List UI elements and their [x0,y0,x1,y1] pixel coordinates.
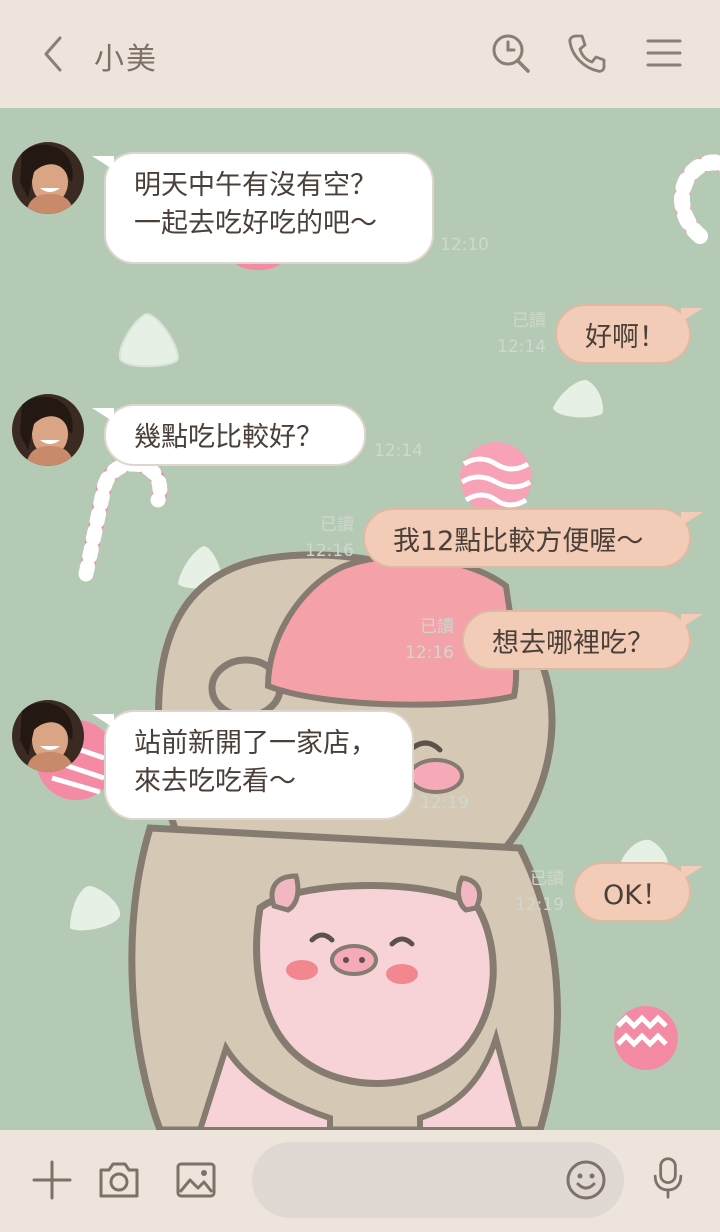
read-receipt: 已讀 [420,617,454,637]
menu-icon[interactable] [644,32,684,74]
contact-avatar[interactable] [12,700,84,772]
chat-header: 小美 [0,0,720,108]
outgoing-message-bubble[interactable]: OK！ [573,862,703,922]
message-timestamp: 12:10 [440,235,489,255]
chat-input-bar [0,1130,720,1232]
read-receipt: 已讀 [530,869,564,889]
message-timestamp: 12:19 [515,895,564,915]
read-receipt: 已讀 [512,311,546,331]
contact-avatar[interactable] [12,142,84,214]
search-icon[interactable] [490,32,530,74]
incoming-message-bubble[interactable]: 幾點吃比較好？ [92,404,366,466]
plus-icon[interactable] [30,1158,74,1202]
back-arrow-icon[interactable] [36,34,72,74]
microphone-icon[interactable] [646,1156,690,1200]
outgoing-message-bubble[interactable]: 我12點比較方便喔～ [363,508,703,568]
read-receipt: 已讀 [320,515,354,535]
incoming-message-bubble[interactable]: 站前新開了一家店， 來去吃吃看～ [92,710,414,820]
message-timestamp: 12:16 [305,541,354,561]
message-timestamp: 12:16 [405,643,454,663]
camera-icon[interactable] [97,1158,141,1202]
outgoing-message-bubble[interactable]: 好啊！ [555,304,703,364]
image-icon[interactable] [174,1158,218,1202]
outgoing-message-bubble[interactable]: 想去哪裡吃？ [462,610,703,670]
incoming-message-bubble[interactable]: 明天中午有沒有空？ 一起去吃好吃的吧～ [92,152,434,264]
message-timestamp: 12:19 [420,793,469,813]
chat-area[interactable]: 明天中午有沒有空？ 一起去吃好吃的吧～ 12:10 已讀 12:14 好啊！ 幾… [0,108,720,1130]
phone-icon[interactable] [566,32,606,74]
chat-title: 小美 [94,42,158,77]
contact-avatar[interactable] [12,394,84,466]
message-input[interactable] [252,1142,624,1218]
message-timestamp: 12:14 [374,441,423,461]
message-timestamp: 12:14 [497,337,546,357]
emoji-icon[interactable] [564,1158,608,1202]
